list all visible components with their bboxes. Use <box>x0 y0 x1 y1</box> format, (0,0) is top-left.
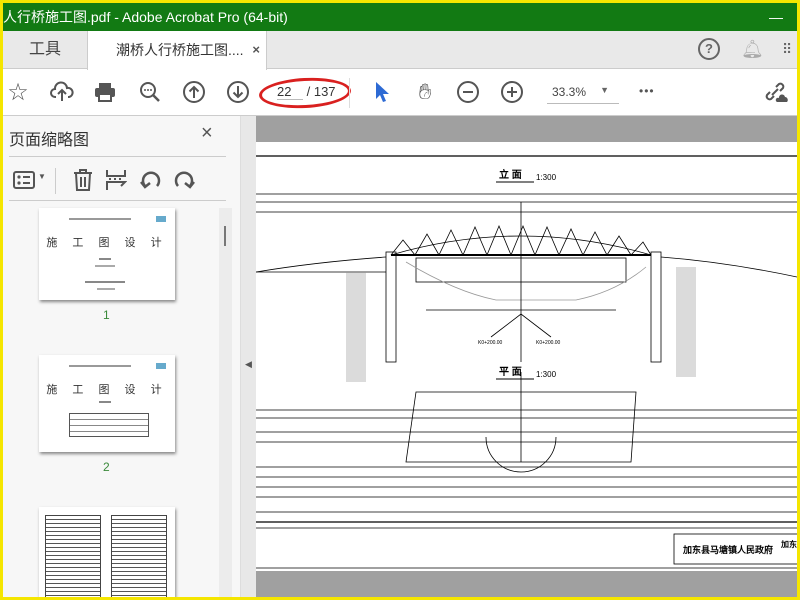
next-page-icon[interactable] <box>225 79 251 105</box>
insert-page-icon[interactable] <box>105 168 127 192</box>
tab-tools[interactable]: 工具 <box>3 31 87 69</box>
minimize-button[interactable]: — <box>769 3 783 31</box>
panel-collapse-handle[interactable]: ◀ <box>240 116 256 597</box>
zoom-level-select[interactable]: 33.3% ▼ <box>547 85 619 104</box>
thumbnail-page-number: 1 <box>103 308 110 322</box>
owner-label-cut: 加东 <box>780 539 797 549</box>
zoom-level-value: 33.3% <box>552 85 587 99</box>
main-toolbar: ☆ 22 / 137 ✋︎ 33.3% ▼ ••• <box>3 70 797 116</box>
rotate-clockwise-icon[interactable] <box>172 168 196 192</box>
page-thumbnail-1[interactable]: 施 工 图 设 计 <box>39 208 175 300</box>
page-thumbnail-2[interactable]: 施 工 图 设 计 <box>39 355 175 452</box>
tab-close-button[interactable]: × <box>252 31 260 69</box>
acrobat-window: 人行桥施工图.pdf - Adobe Acrobat Pro (64-bit) … <box>3 3 797 597</box>
rotate-counterclockwise-icon[interactable] <box>139 168 163 192</box>
thumbnail-options-icon[interactable] <box>13 170 35 190</box>
thumbnail-scrollbar[interactable] <box>219 208 232 597</box>
tab-bar: 工具 潮桥人行桥施工图.... × ? 🔔︎ ⠿ <box>3 31 797 70</box>
title-bar: 人行桥施工图.pdf - Adobe Acrobat Pro (64-bit) … <box>3 3 797 31</box>
thumbnail-heading: 施 工 图 设 计 <box>46 384 168 396</box>
pdf-page: 立 面 1:300 平 面 1:300 K0+200.00 K0+200.00 … <box>256 142 797 571</box>
divider <box>9 200 226 201</box>
page-number-field[interactable]: 22 / 137 <box>277 84 336 100</box>
tab-document-label: 潮桥人行桥施工图.... <box>116 42 244 58</box>
hand-tool-icon[interactable]: ✋︎ <box>412 79 438 105</box>
upload-cloud-icon[interactable] <box>49 79 75 105</box>
zoom-in-icon[interactable] <box>499 79 525 105</box>
chevron-down-icon[interactable]: ▼ <box>38 172 46 181</box>
bridge-drawing: 立 面 1:300 平 面 1:300 K0+200.00 K0+200.00 … <box>256 155 797 569</box>
current-page-input[interactable]: 22 <box>277 84 303 100</box>
station-label-left: K0+200.00 <box>478 340 503 346</box>
window-title: 人行桥施工图.pdf - Adobe Acrobat Pro (64-bit) <box>3 9 288 25</box>
thumbnail-heading: 施 工 图 设 计 <box>46 237 168 249</box>
zoom-out-icon[interactable] <box>455 79 481 105</box>
divider <box>9 156 226 157</box>
previous-page-icon[interactable] <box>181 79 207 105</box>
scrollbar-thumb[interactable] <box>224 226 226 246</box>
chevron-down-icon: ▼ <box>600 85 609 95</box>
panel-title: 页面缩略图 <box>9 132 90 149</box>
select-arrow-icon[interactable] <box>369 79 395 105</box>
elevation-scale: 1:300 <box>536 173 557 182</box>
collapse-left-icon[interactable]: ◀ <box>245 359 252 370</box>
total-pages: / 137 <box>306 84 336 99</box>
divider <box>55 168 56 194</box>
thumbnail-page-number: 2 <box>103 460 110 474</box>
help-icon[interactable]: ? <box>698 38 720 60</box>
bell-icon[interactable]: 🔔︎ <box>741 39 764 60</box>
close-panel-button[interactable]: × <box>201 122 213 145</box>
station-label-right: K0+200.00 <box>536 340 561 346</box>
more-tools-button[interactable]: ••• <box>639 84 655 98</box>
owner-label: 加东县马塘镇人民政府 <box>682 544 773 555</box>
share-link-cloud-icon[interactable] <box>763 79 789 105</box>
tab-document[interactable]: 潮桥人行桥施工图.... × <box>87 31 267 70</box>
page-thumbnails-panel: 页面缩略图 × ▼ 施 工 图 设 计 1 施 工 图 设 计 2 <box>3 116 240 597</box>
plan-scale: 1:300 <box>536 370 557 379</box>
document-view[interactable]: 立 面 1:300 平 面 1:300 K0+200.00 K0+200.00 … <box>256 116 797 597</box>
bookmark-star-icon[interactable]: ☆ <box>5 79 31 106</box>
toolbar-separator <box>349 78 350 108</box>
plan-title: 平 面 <box>499 366 522 378</box>
print-icon[interactable] <box>92 79 118 105</box>
page-thumbnail-3[interactable] <box>39 507 175 597</box>
zoom-search-icon[interactable] <box>137 79 163 105</box>
apps-grid-icon[interactable]: ⠿ <box>782 41 792 58</box>
delete-trash-icon[interactable] <box>72 168 94 192</box>
elevation-title: 立 面 <box>499 168 522 181</box>
